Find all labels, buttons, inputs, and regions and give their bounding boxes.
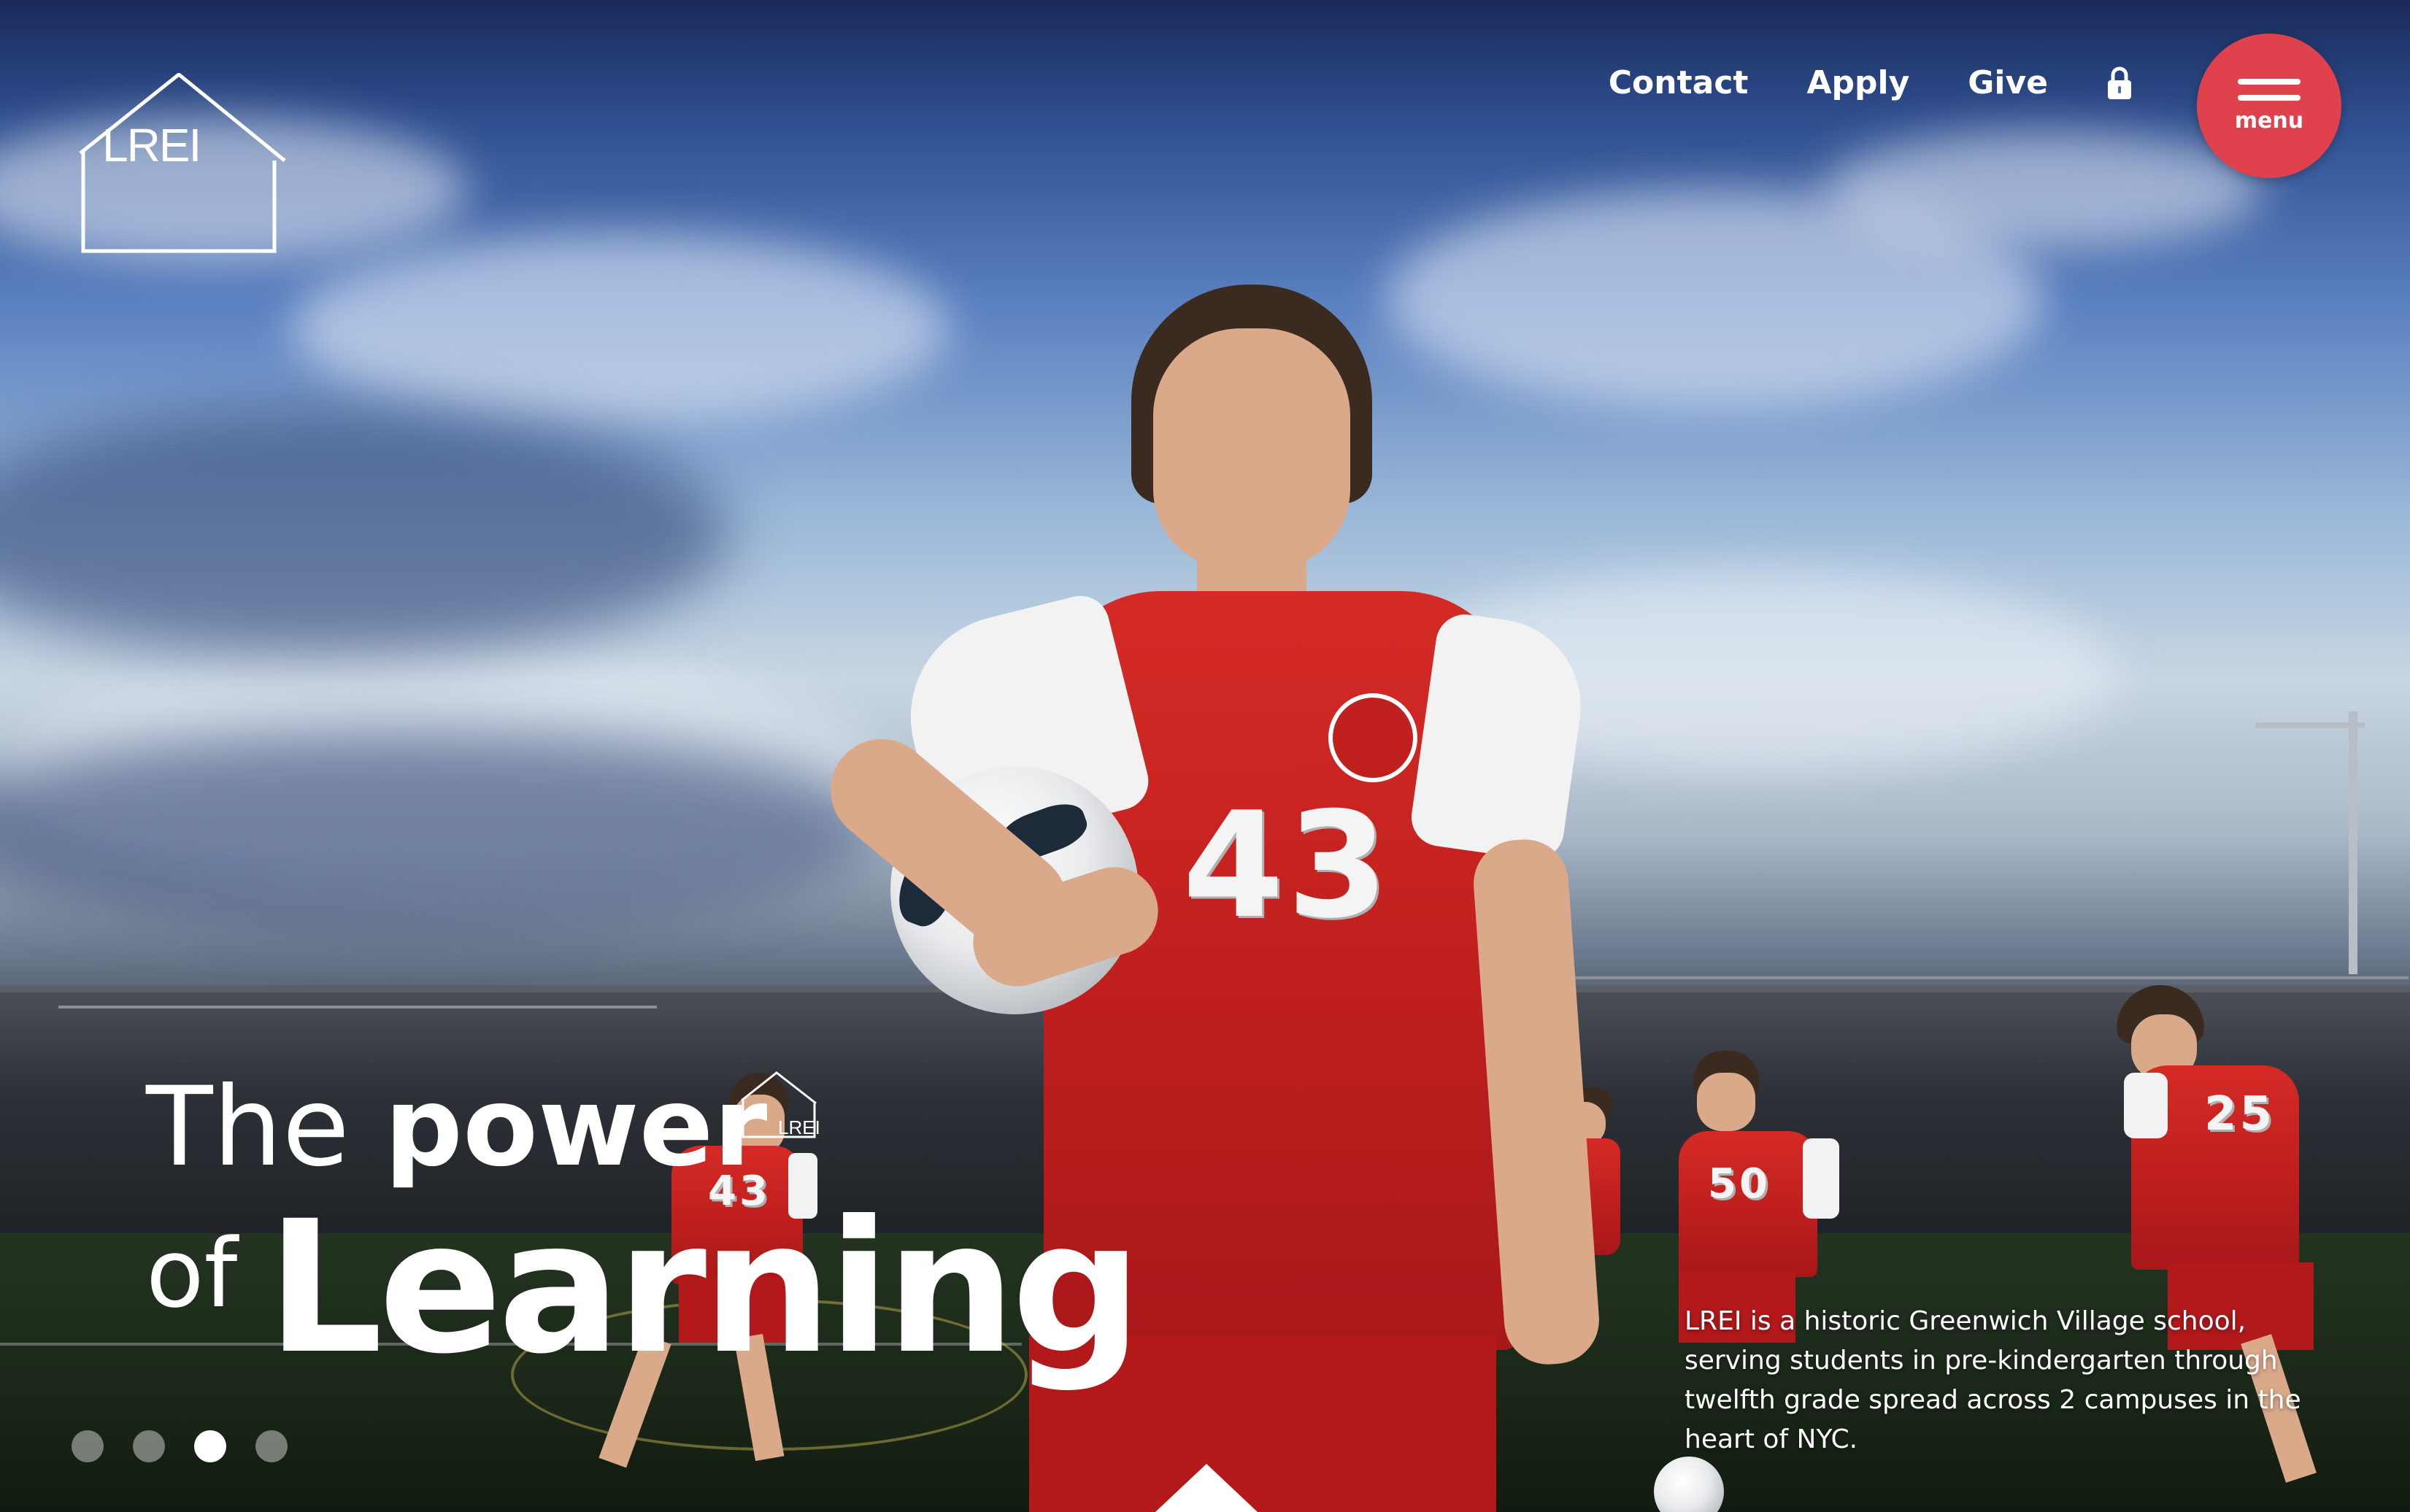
headline-word: of xyxy=(146,1218,238,1329)
carousel-dot[interactable] xyxy=(255,1430,288,1462)
headline-word: power xyxy=(384,1064,768,1191)
hamburger-icon xyxy=(2238,79,2301,85)
nav-link-contact[interactable]: Contact xyxy=(1609,64,1749,101)
mini-logo-wordmark: LREI xyxy=(778,1116,820,1138)
nav-link-give[interactable]: Give xyxy=(1968,64,2048,101)
headline-line-1: The power xyxy=(146,1073,767,1182)
caret-up-icon[interactable] xyxy=(1155,1464,1258,1512)
jersey-number: 50 xyxy=(1708,1160,1771,1208)
crane-arm xyxy=(2255,722,2365,728)
menu-button[interactable]: menu xyxy=(2197,34,2341,178)
stadium-rail xyxy=(1533,976,2409,979)
jersey-number: 25 xyxy=(2204,1087,2276,1141)
crane-tower xyxy=(2349,711,2357,974)
cloud xyxy=(0,409,730,657)
headline-word: The xyxy=(146,1064,350,1191)
hamburger-icon xyxy=(2238,95,2301,101)
utility-nav: Contact Apply Give xyxy=(1609,64,2133,101)
lock-icon[interactable] xyxy=(2106,66,2133,101)
carousel-dot[interactable] xyxy=(133,1430,165,1462)
cloud xyxy=(1825,131,2263,248)
logo-wordmark[interactable]: LREI xyxy=(102,118,201,172)
nav-link-apply[interactable]: Apply xyxy=(1806,64,1909,101)
stadium-rail xyxy=(58,1006,657,1008)
carousel-dot-active[interactable] xyxy=(194,1430,226,1462)
carousel-dots xyxy=(72,1430,288,1462)
carousel-dot[interactable] xyxy=(72,1430,104,1462)
headline-line-2: of Learning xyxy=(146,1181,1142,1394)
team-crest-icon xyxy=(1328,693,1417,782)
jersey-number: 43 xyxy=(1182,781,1392,951)
headline-word: Learning xyxy=(266,1181,1142,1394)
hero-section: 43 50 25 43 LREI Contact Apply Give menu… xyxy=(0,0,2410,1512)
hero-description: LREI is a historic Greenwich Village sch… xyxy=(1685,1306,2301,1454)
menu-label: menu xyxy=(2234,108,2304,134)
